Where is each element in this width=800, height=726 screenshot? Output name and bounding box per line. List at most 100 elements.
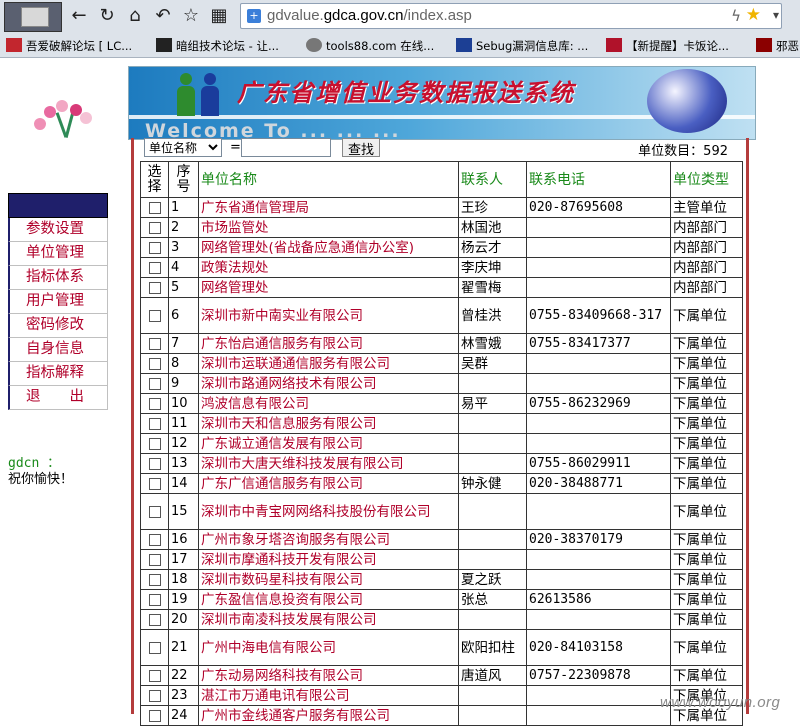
row-unit-name[interactable]: 市场监管处 xyxy=(198,217,459,238)
checkbox[interactable] xyxy=(148,337,161,350)
row-unit-name[interactable]: 深圳市摩通科技开发有限公司 xyxy=(198,549,459,570)
row-unit-name[interactable]: 湛江市万通电讯有限公司 xyxy=(198,685,459,706)
checkbox[interactable] xyxy=(148,669,161,682)
row-checkbox[interactable] xyxy=(140,569,169,590)
search-input[interactable] xyxy=(241,138,331,157)
row-unit-name[interactable]: 深圳市大唐天维科技发展有限公司 xyxy=(198,453,459,474)
checkbox[interactable] xyxy=(148,553,161,566)
checkbox[interactable] xyxy=(148,641,161,654)
browser-menu-icon[interactable] xyxy=(4,2,62,32)
row-checkbox[interactable] xyxy=(140,333,169,354)
row-checkbox[interactable] xyxy=(140,685,169,706)
row-unit-name[interactable]: 深圳市天和信息服务有限公司 xyxy=(198,413,459,434)
row-checkbox[interactable] xyxy=(140,705,169,726)
sidebar-item-logout[interactable]: 退 出 xyxy=(8,386,108,410)
sidebar-item-units[interactable]: 单位管理 xyxy=(8,242,108,266)
row-checkbox[interactable] xyxy=(140,453,169,474)
checkbox[interactable] xyxy=(148,309,161,322)
checkbox[interactable] xyxy=(148,613,161,626)
home-icon[interactable]: ⌂ xyxy=(124,6,146,26)
row-unit-name[interactable]: 广东盈信信息投资有限公司 xyxy=(198,589,459,610)
row-checkbox[interactable] xyxy=(140,529,169,550)
checkbox[interactable] xyxy=(148,477,161,490)
row-unit-name[interactable]: 深圳市新中南实业有限公司 xyxy=(198,297,459,334)
row-unit-name[interactable]: 深圳市数码星科技有限公司 xyxy=(198,569,459,590)
checkbox[interactable] xyxy=(148,593,161,606)
row-checkbox[interactable] xyxy=(140,373,169,394)
row-unit-name[interactable]: 广东省通信管理局 xyxy=(198,197,459,218)
row-checkbox[interactable] xyxy=(140,217,169,238)
grid-icon[interactable]: ▦ xyxy=(208,6,230,26)
row-unit-name[interactable]: 广东动易网络科技有限公司 xyxy=(198,665,459,686)
row-unit-name[interactable]: 深圳市中青宝网网络科技股份有限公司 xyxy=(198,493,459,530)
sidebar-item-indicators[interactable]: 指标体系 xyxy=(8,266,108,290)
row-checkbox[interactable] xyxy=(140,473,169,494)
row-unit-name[interactable]: 网络管理处 xyxy=(198,277,459,298)
sidebar-item-users[interactable]: 用户管理 xyxy=(8,290,108,314)
row-checkbox[interactable] xyxy=(140,589,169,610)
address-url[interactable]: gdvalue.gdca.gov.cn/index.asp xyxy=(267,7,472,24)
row-unit-name[interactable]: 广州市象牙塔咨询服务有限公司 xyxy=(198,529,459,550)
checkbox[interactable] xyxy=(148,281,161,294)
bookmark-item[interactable]: 吾爱破解论坛 [ LC... xyxy=(6,38,132,54)
bookmark-item[interactable]: Sebug漏洞信息库: ... xyxy=(456,38,588,54)
row-unit-name[interactable]: 政策法规处 xyxy=(198,257,459,278)
row-unit-name[interactable]: 网络管理处(省战备应急通信办公室) xyxy=(198,237,459,258)
row-checkbox[interactable] xyxy=(140,237,169,258)
row-checkbox[interactable] xyxy=(140,665,169,686)
checkbox[interactable] xyxy=(148,573,161,586)
checkbox[interactable] xyxy=(148,241,161,254)
row-unit-name[interactable]: 广州中海电信有限公司 xyxy=(198,629,459,666)
checkbox[interactable] xyxy=(148,417,161,430)
checkbox[interactable] xyxy=(148,437,161,450)
row-checkbox[interactable] xyxy=(140,393,169,414)
row-checkbox[interactable] xyxy=(140,257,169,278)
row-unit-name[interactable]: 广东怡启通信服务有限公司 xyxy=(198,333,459,354)
row-checkbox[interactable] xyxy=(140,549,169,570)
checkbox[interactable] xyxy=(148,201,161,214)
bookmark-item[interactable]: 邪恶 xyxy=(756,38,799,54)
bookmark-item[interactable]: 暗组技术论坛 - 让... xyxy=(156,38,279,54)
back-icon[interactable]: ← xyxy=(68,6,90,26)
bookmark-item[interactable]: 【新提醒】卡饭论... xyxy=(606,38,729,54)
row-checkbox[interactable] xyxy=(140,277,169,298)
checkbox[interactable] xyxy=(148,505,161,518)
checkbox[interactable] xyxy=(148,377,161,390)
row-unit-name[interactable]: 广州市金线通客户服务有限公司 xyxy=(198,705,459,726)
row-unit-name[interactable]: 广东广信通信服务有限公司 xyxy=(198,473,459,494)
undo-icon[interactable]: ↶ xyxy=(152,6,174,26)
lightning-icon[interactable]: ϟ xyxy=(731,7,741,25)
checkbox[interactable] xyxy=(148,689,161,702)
row-unit-name[interactable]: 深圳市南凌科技发展有限公司 xyxy=(198,609,459,630)
row-unit-name[interactable]: 鸿波信息有限公司 xyxy=(198,393,459,414)
checkbox[interactable] xyxy=(148,221,161,234)
row-checkbox[interactable] xyxy=(140,197,169,218)
row-unit-name[interactable]: 深圳市运联通通信服务有限公司 xyxy=(198,353,459,374)
row-checkbox[interactable] xyxy=(140,353,169,374)
refresh-icon[interactable]: ↻ xyxy=(96,6,118,26)
favorite-icon[interactable]: ☆ xyxy=(180,6,202,26)
search-field-select[interactable]: 单位名称 xyxy=(144,138,222,157)
checkbox[interactable] xyxy=(148,709,161,722)
row-checkbox[interactable] xyxy=(140,493,169,530)
sidebar-item-profile[interactable]: 自身信息 xyxy=(8,338,108,362)
checkbox[interactable] xyxy=(148,533,161,546)
row-checkbox[interactable] xyxy=(140,413,169,434)
row-unit-name[interactable]: 深圳市路通网络技术有限公司 xyxy=(198,373,459,394)
search-button[interactable]: 查找 xyxy=(342,138,380,158)
address-bar[interactable]: + gdvalue.gdca.gov.cn/index.asp ϟ ★ ▾ xyxy=(240,3,782,29)
row-checkbox[interactable] xyxy=(140,433,169,454)
sidebar-item-explain[interactable]: 指标解释 xyxy=(8,362,108,386)
row-unit-name[interactable]: 广东诚立通信发展有限公司 xyxy=(198,433,459,454)
checkbox[interactable] xyxy=(148,397,161,410)
sidebar-item-params[interactable]: 参数设置 xyxy=(8,218,108,242)
checkbox[interactable] xyxy=(148,457,161,470)
star-icon[interactable]: ★ xyxy=(746,5,761,25)
bookmark-item[interactable]: tools88.com 在线... xyxy=(306,38,434,54)
sidebar-item-password[interactable]: 密码修改 xyxy=(8,314,108,338)
row-checkbox[interactable] xyxy=(140,629,169,666)
checkbox[interactable] xyxy=(148,357,161,370)
row-checkbox[interactable] xyxy=(140,609,169,630)
row-checkbox[interactable] xyxy=(140,297,169,334)
checkbox[interactable] xyxy=(148,261,161,274)
